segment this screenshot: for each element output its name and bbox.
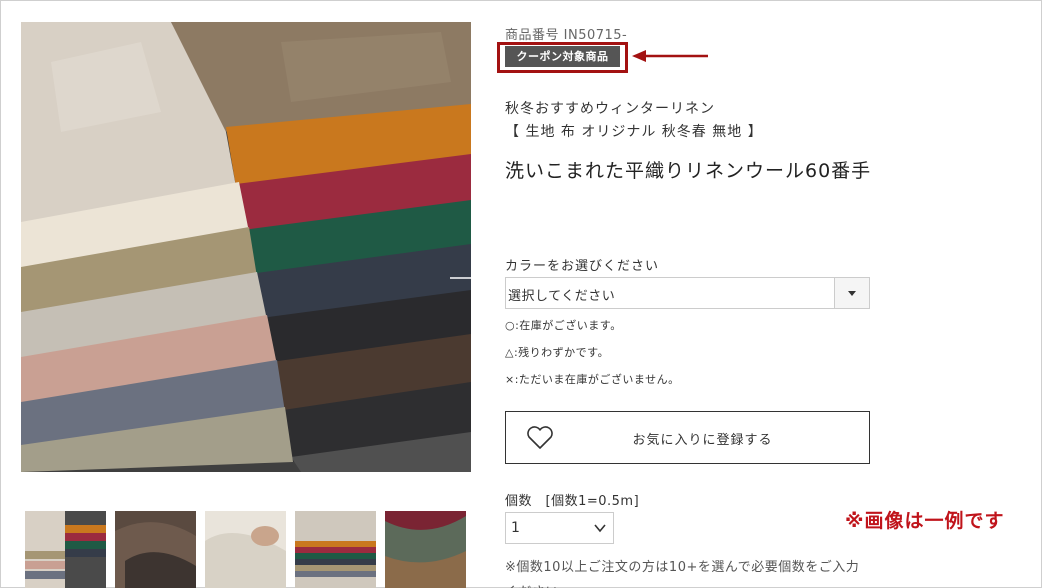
- product-subtitle: 秋冬おすすめウィンターリネン: [505, 101, 715, 117]
- fabric-stack-illustration: [21, 22, 471, 472]
- quantity-label: 個数 [個数1=0.5m]: [505, 494, 640, 509]
- color-select-dropdown-button[interactable]: [834, 278, 869, 308]
- product-title: 洗いこまれた平織りリネンウール60番手: [505, 160, 872, 182]
- main-product-image[interactable]: [21, 22, 471, 472]
- color-select-label: カラーをお選びください: [505, 259, 660, 274]
- coupon-badge: クーポン対象商品: [505, 46, 620, 67]
- next-image-arrow-icon[interactable]: [448, 262, 471, 282]
- example-image-notice: ※画像は一例です: [845, 510, 1005, 532]
- quantity-select[interactable]: 1: [505, 512, 614, 544]
- thumbnail-5[interactable]: [385, 511, 466, 588]
- product-tags: 【 生地 布 オリジナル 秋冬春 無地 】: [505, 124, 763, 140]
- stock-legend-available: ○:在庫がございます。: [505, 319, 622, 332]
- color-select-value: 選択してください: [508, 289, 616, 304]
- thumbnail-1[interactable]: [25, 511, 106, 588]
- thumbnail-3[interactable]: [205, 511, 286, 588]
- thumbnail-4[interactable]: [295, 511, 376, 588]
- annotation-arrow-icon: [632, 50, 708, 62]
- favorites-button-label: お気に入りに登録する: [632, 433, 773, 448]
- quantity-note: ※個数10以上ご注文の方は10+を選んで必要個数をご入力ください。: [505, 560, 860, 588]
- chevron-down-icon: [594, 524, 606, 533]
- stock-legend-few: △:残りわずかです。: [505, 346, 610, 359]
- color-select[interactable]: 選択してください: [505, 277, 870, 309]
- add-to-favorites-button[interactable]: お気に入りに登録する: [505, 411, 870, 464]
- product-id: 商品番号 IN50715-: [505, 28, 628, 43]
- stock-legend-out: ×:ただいま在庫がございません。: [505, 373, 680, 386]
- caret-down-icon: [848, 291, 856, 296]
- thumbnail-2[interactable]: [115, 511, 196, 588]
- quantity-value: 1: [511, 520, 520, 536]
